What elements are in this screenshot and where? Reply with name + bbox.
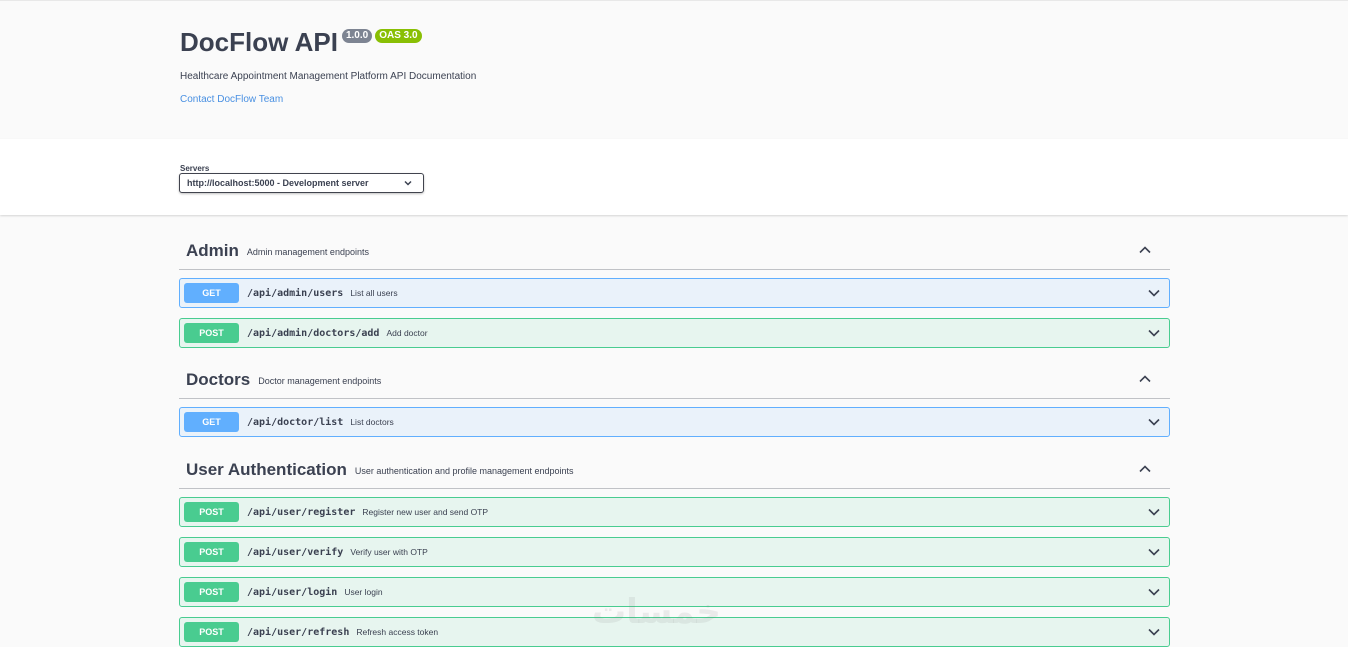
api-description: Healthcare Appointment Management Platfo… (180, 71, 477, 82)
version-badge: 1.0.0 (341, 29, 373, 43)
endpoint-summary: User login (344, 587, 383, 597)
api-title: DocFlow API (180, 27, 338, 57)
http-method-badge: POST (184, 502, 239, 522)
operation-row[interactable]: GET/api/doctor/list List doctors (179, 407, 1170, 437)
servers-selected-value: http://localhost:5000 - Development serv… (187, 178, 369, 188)
chevron-down-icon[interactable] (1147, 547, 1161, 557)
operation-row[interactable]: GET/api/admin/users List all users (179, 278, 1170, 308)
tag-name: User Authentication (186, 460, 347, 479)
watermark-text: خمسات (592, 592, 721, 632)
chevron-down-icon[interactable] (1147, 288, 1161, 298)
api-info-section: DocFlow API 1.0.0 OAS 3.0 Healthcare App… (0, 0, 1348, 139)
tag-name: Admin (186, 241, 239, 260)
servers-label: Servers (180, 164, 210, 173)
tag-header-admin[interactable]: Admin Admin management endpoints (179, 233, 1170, 270)
chevron-down-icon[interactable] (1147, 417, 1161, 427)
servers-select[interactable]: http://localhost:5000 - Development serv… (179, 173, 424, 193)
chevron-up-icon[interactable] (1138, 374, 1152, 384)
oas-badge: OAS 3.0 (375, 29, 422, 43)
http-method-badge: GET (184, 412, 239, 432)
endpoint-path: /api/user/refresh (247, 626, 350, 638)
http-method-badge: GET (184, 283, 239, 303)
http-method-badge: POST (184, 323, 239, 343)
endpoint-path: /api/user/login (247, 586, 338, 598)
tag-header-doctors[interactable]: Doctors Doctor management endpoints (179, 362, 1170, 399)
chevron-down-icon (404, 180, 412, 186)
endpoint-path: /api/user/verify (247, 546, 344, 558)
chevron-down-icon[interactable] (1147, 507, 1161, 517)
operation-row[interactable]: POST/api/user/register Register new user … (179, 497, 1170, 527)
operation-row[interactable]: POST/api/admin/doctors/add Add doctor (179, 318, 1170, 348)
endpoint-path: /api/admin/users (247, 287, 344, 299)
endpoint-summary: List doctors (350, 417, 394, 427)
endpoint-path: /api/user/register (247, 506, 356, 518)
http-method-badge: POST (184, 622, 239, 642)
endpoint-summary: Verify user with OTP (350, 547, 428, 557)
chevron-down-icon[interactable] (1147, 627, 1161, 637)
title-row: DocFlow API 1.0.0 OAS 3.0 (180, 27, 422, 57)
http-method-badge: POST (184, 582, 239, 602)
endpoint-path: /api/doctor/list (247, 416, 344, 428)
endpoint-summary: Refresh access token (356, 627, 439, 637)
tag-description: User authentication and profile manageme… (354, 466, 574, 476)
operation-row[interactable]: POST/api/user/verify Verify user with OTP (179, 537, 1170, 567)
http-method-badge: POST (184, 542, 239, 562)
tag-description: Doctor management endpoints (258, 376, 382, 386)
endpoint-summary: Add doctor (386, 328, 428, 338)
endpoint-summary: List all users (350, 288, 398, 298)
tag-header-user-authentication[interactable]: User Authentication User authentication a… (179, 452, 1170, 489)
chevron-down-icon[interactable] (1147, 587, 1161, 597)
chevron-down-icon[interactable] (1147, 328, 1161, 338)
chevron-up-icon[interactable] (1138, 245, 1152, 255)
tag-name: Doctors (186, 370, 251, 389)
contact-link[interactable]: Contact DocFlow Team (180, 94, 283, 105)
endpoint-summary: Register new user and send OTP (362, 507, 489, 517)
chevron-up-icon[interactable] (1138, 464, 1152, 474)
tag-description: Admin management endpoints (246, 247, 369, 257)
endpoint-path: /api/admin/doctors/add (247, 327, 380, 339)
servers-section: Servers http://localhost:5000 - Developm… (0, 139, 1348, 215)
